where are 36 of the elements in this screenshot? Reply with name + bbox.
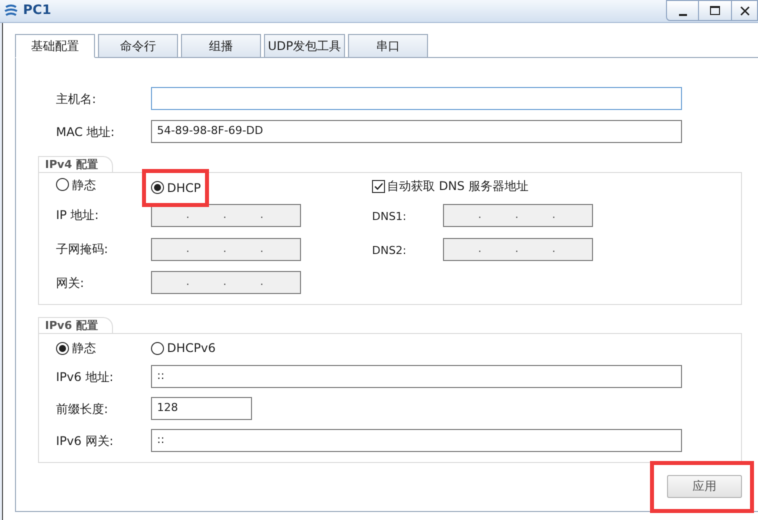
close-button[interactable] [732, 0, 758, 21]
field-label: IP 地址: [56, 207, 100, 224]
maximize-button[interactable] [699, 0, 732, 21]
tab[interactable]: 串口 [348, 34, 428, 58]
close-icon [738, 4, 750, 16]
field-label: 网关: [56, 274, 86, 292]
tab[interactable]: 基础配置 [15, 34, 95, 58]
group-title: IPv6 配置 [38, 317, 113, 334]
maximize-icon [709, 4, 721, 16]
ipv6-field[interactable]: :: [151, 429, 682, 452]
group-title: IPv4 配置 [38, 156, 113, 173]
field-label: 前缀长度: [56, 400, 110, 418]
tab[interactable]: 组播 [181, 34, 261, 58]
hostname-field[interactable] [151, 87, 682, 110]
radio-button[interactable]: DHCPv6 [151, 339, 216, 357]
field-label: DNS1: [372, 210, 406, 223]
radio-button[interactable]: DHCP [151, 178, 201, 196]
minimize-button[interactable] [666, 0, 699, 21]
window-title: PC1 [23, 2, 52, 20]
radio-button[interactable]: 静态 [56, 339, 96, 357]
minimize-icon [678, 14, 686, 16]
check-icon [373, 180, 384, 192]
field-label: IPv6 网关: [56, 432, 114, 450]
tab[interactable]: UDP发包工具 [264, 34, 345, 58]
field-label: IPv6 地址: [56, 368, 114, 386]
ipv6-field[interactable]: :: [151, 365, 682, 388]
field-label: MAC 地址: [56, 124, 116, 140]
checkbox[interactable]: 自动获取 DNS 服务器地址 [372, 177, 528, 195]
field-label: 子网掩码: [56, 241, 110, 258]
ipv6-field[interactable]: 128 [151, 397, 252, 420]
radio-button[interactable]: 静态 [56, 176, 96, 194]
field-label: DNS2: [372, 244, 406, 257]
apply-button[interactable]: 应用 [667, 474, 742, 498]
field-label: 主机名: [56, 90, 98, 108]
tab[interactable]: 命令行 [98, 34, 178, 58]
mac-field[interactable]: 54-89-98-8F-69-DD [151, 120, 682, 143]
